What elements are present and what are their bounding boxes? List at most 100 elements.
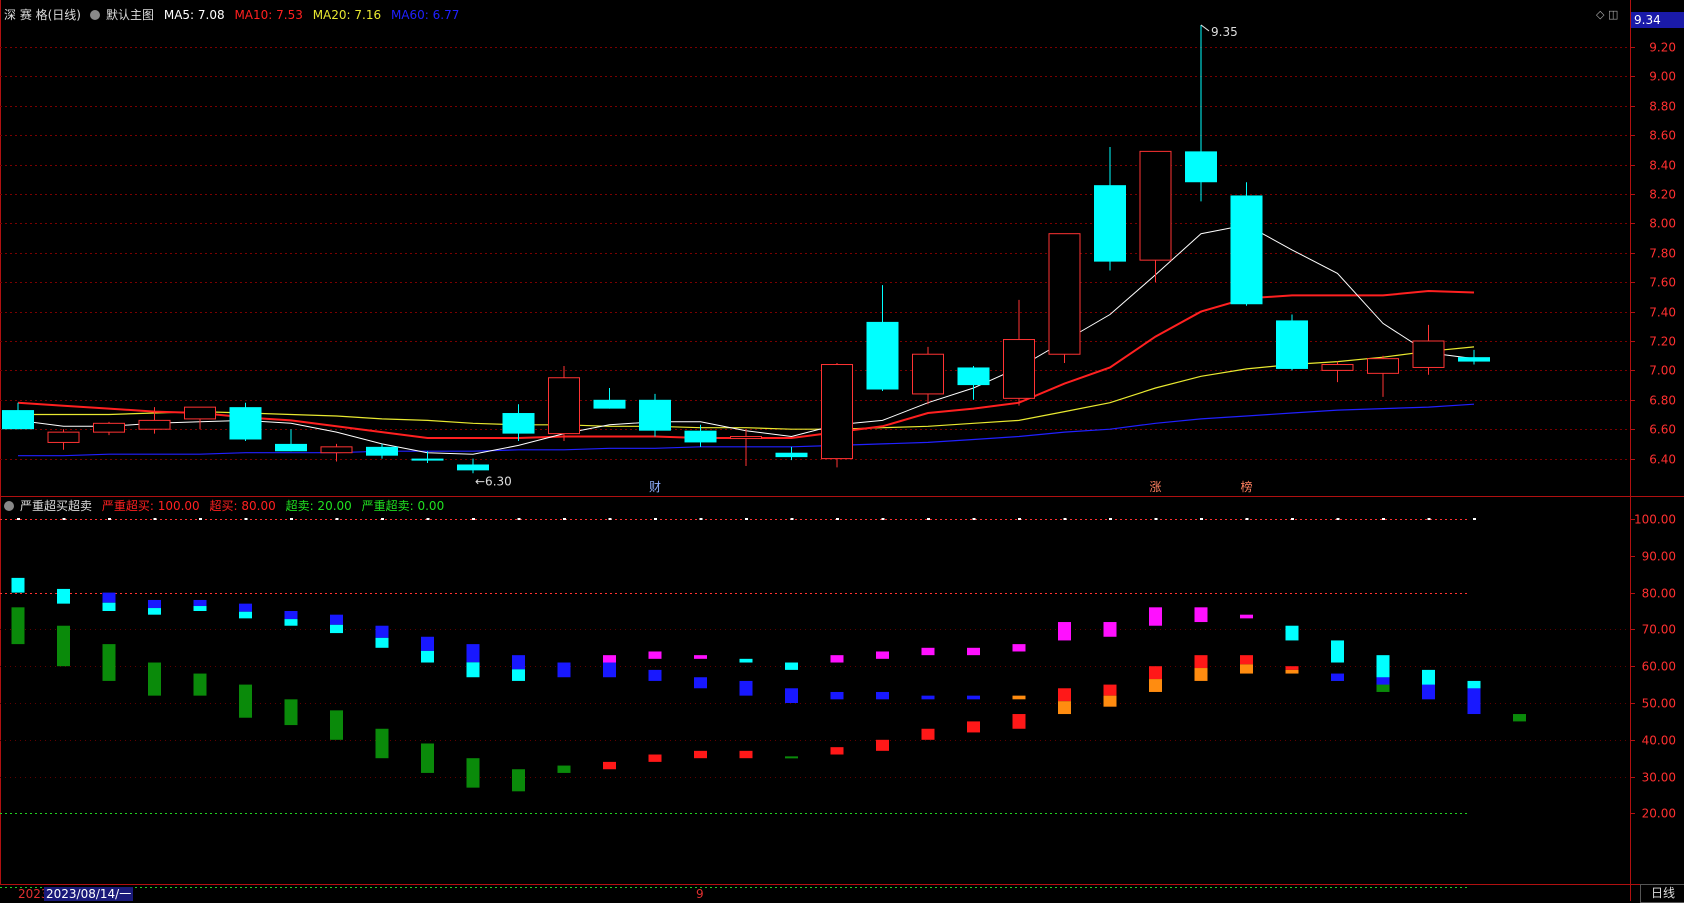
indicator-tick-label: 40.00 (1642, 734, 1676, 748)
top-dot (1109, 518, 1112, 520)
price-tick-label: 7.20 (1649, 335, 1676, 349)
indicator-tick-label: 70.00 (1642, 623, 1676, 637)
candle (1048, 233, 1081, 364)
candle-body (411, 458, 444, 461)
upper-signal-bar (1149, 666, 1162, 680)
candle-body (1458, 357, 1490, 362)
upper-signal-bar (57, 588, 70, 604)
severe-oversold-legend: 严重超卖: 0.00 (361, 499, 445, 513)
candle-body (366, 446, 398, 456)
top-signal-bar (785, 662, 798, 670)
upper-signal-bar (512, 669, 525, 681)
main-chart-header: 深 赛 格(日线) 默认主图 MA5: 7.08 MA10: 7.53 MA20:… (4, 6, 465, 23)
upper-signal-bar (1103, 695, 1117, 707)
indicator-header: 严重超买超卖 严重超买: 100.00 超买: 80.00 超卖: 20.00 … (4, 497, 450, 514)
oversold-bar (785, 756, 798, 759)
top-dot (381, 518, 384, 520)
stock-name[interactable]: 深 赛 格(日线) (4, 8, 81, 22)
upper-signal-bar (148, 608, 161, 615)
top-dot (426, 518, 430, 520)
price-tick-label: 8.40 (1649, 159, 1676, 173)
price-tick-label: 6.80 (1649, 394, 1676, 408)
upper-signal-bar (193, 606, 207, 611)
candle-body (184, 406, 216, 420)
oversold-bar (557, 765, 571, 773)
top-dot (335, 518, 339, 520)
price-tick-label: 9.20 (1649, 41, 1676, 55)
top-signal-bar (694, 655, 707, 659)
upper-signal-bar (921, 695, 935, 700)
top-signal-bar (830, 655, 844, 663)
oversold-legend: 超卖: 20.00 (285, 499, 352, 513)
upper-signal-bar (239, 603, 252, 612)
top-dot (153, 518, 157, 520)
oversold-bar (239, 684, 252, 718)
top-dot (608, 518, 612, 520)
candle (1412, 324, 1445, 375)
top-signal-bar (603, 655, 616, 663)
candle (866, 285, 899, 391)
top-dot (1473, 518, 1476, 520)
candle (229, 402, 262, 441)
upper-signal-bar (1058, 701, 1071, 715)
lower-signal-bar (967, 721, 980, 733)
upper-signal-bar (1467, 684, 1481, 715)
price-tick-label: 6.60 (1649, 423, 1676, 437)
top-signal-bar (1012, 644, 1026, 652)
candle-body (775, 452, 808, 458)
lower-signal-bar (603, 761, 616, 770)
candle (275, 429, 307, 452)
top-dot (745, 518, 748, 520)
candle (320, 443, 353, 462)
top-dot (563, 518, 566, 520)
candle-body (320, 446, 353, 454)
lower-signal-bar (1012, 714, 1026, 729)
dropdown-circle-icon[interactable] (90, 10, 100, 20)
template-name[interactable]: 默认主图 (106, 8, 154, 22)
upper-signal-bar (1285, 669, 1299, 674)
candle (730, 429, 762, 466)
candle-body (639, 399, 671, 431)
candle-body (93, 422, 125, 433)
upper-signal-bar (967, 695, 980, 700)
lower-signal-bar (921, 728, 935, 740)
candle-body (275, 443, 307, 452)
candle-body (548, 377, 580, 435)
period-button[interactable]: 日线 (1640, 884, 1684, 903)
price-tick-label: 9.00 (1649, 70, 1676, 84)
upper-signal-bar (739, 680, 753, 696)
candle-body (457, 464, 489, 471)
upper-signal-bar (330, 624, 343, 634)
indicator-name[interactable]: 严重超买超卖 (20, 499, 92, 513)
window-control-icons[interactable]: ◇ ◫ (1596, 8, 1618, 21)
top-dot (836, 518, 839, 520)
top-dot (654, 518, 657, 520)
candle-body (138, 419, 171, 430)
top-signal-bar (1103, 622, 1117, 637)
candle-body (1185, 151, 1217, 183)
top-dot (1018, 518, 1021, 520)
price-tick-label: 6.40 (1649, 453, 1676, 467)
top-dot (699, 518, 703, 520)
ma5-legend: MA5: 7.08 (163, 8, 225, 22)
candle-body (1048, 233, 1081, 355)
candle-body (1139, 150, 1172, 261)
candle (184, 406, 216, 430)
top-dot (17, 518, 20, 520)
lower-signal-bar (876, 739, 889, 751)
indicator-dropdown-icon[interactable] (4, 501, 14, 511)
candle-body (912, 353, 944, 395)
candle-body (684, 430, 717, 443)
candle (1139, 150, 1172, 283)
candle (1003, 299, 1035, 406)
chart-svg: 9.20 9.00 8.80 8.60 8.40 8.20 8.00 7.80 7.60 7.40… (0, 0, 1684, 901)
event-marker: 榜 (1241, 479, 1253, 494)
candle (502, 404, 535, 441)
top-dot (1291, 518, 1294, 520)
top-dot (972, 518, 976, 520)
candle-body (47, 431, 80, 443)
top-dot (1427, 518, 1431, 520)
top-dot (199, 518, 202, 520)
upper-signal-bar (512, 655, 525, 670)
indicator-tick-label: 50.00 (1642, 697, 1676, 711)
